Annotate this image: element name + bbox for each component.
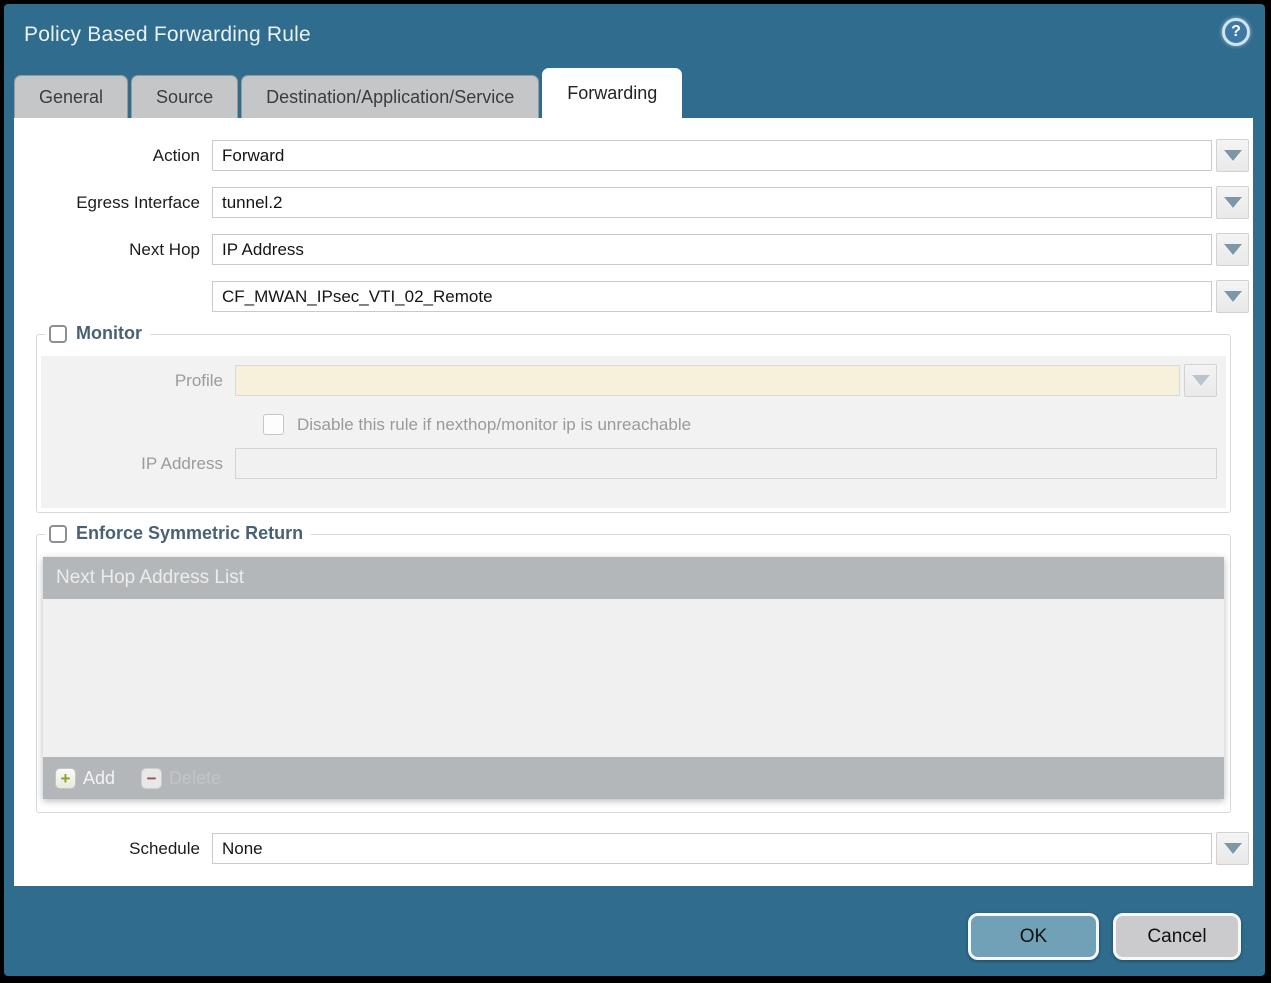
egress-interface-label: Egress Interface [14,193,212,213]
disable-rule-label: Disable this rule if nexthop/monitor ip … [297,415,691,435]
action-dropdown-button[interactable] [1216,139,1249,172]
monitor-fieldset: Monitor Profile Disable this rule if nex… [36,334,1231,513]
schedule-label: Schedule [14,839,212,859]
next-hop-dropdown-button[interactable] [1216,233,1249,266]
monitor-legend-label: Monitor [76,323,142,344]
monitor-ip-address-label: IP Address [41,454,235,474]
action-label: Action [14,146,212,166]
add-button[interactable]: + Add [55,768,115,789]
next-hop-address-list-header: Next Hop Address List [43,557,1224,599]
title-bar: Policy Based Forwarding Rule ? [4,4,1265,68]
chevron-down-icon [1224,244,1242,255]
forwarding-tab-panel: Action Forward Egress Interface tunnel.2… [14,118,1253,886]
monitor-panel: Profile Disable this rule if nexthop/mon… [41,356,1226,508]
next-hop-row: Next Hop IP Address [14,233,1249,266]
pbf-rule-dialog: Policy Based Forwarding Rule ? General S… [4,4,1265,976]
tab-forwarding[interactable]: Forwarding [542,68,682,118]
profile-dropdown-button [1184,364,1217,397]
schedule-row: Schedule None [14,832,1249,865]
disable-rule-row: Disable this rule if nexthop/monitor ip … [263,414,1226,435]
profile-row: Profile [41,364,1217,397]
next-hop-type-select[interactable]: IP Address [212,234,1212,265]
profile-label: Profile [41,371,235,391]
delete-button-label: Delete [169,768,221,789]
next-hop-address-list-table: Next Hop Address List + Add − Delete [43,557,1224,799]
schedule-dropdown-button[interactable] [1216,832,1249,865]
enforce-symmetric-return-fieldset: Enforce Symmetric Return Next Hop Addres… [36,534,1231,813]
chevron-down-icon [1192,375,1210,386]
chevron-down-icon [1224,291,1242,302]
delete-button: − Delete [141,768,221,789]
add-button-label: Add [83,768,115,789]
profile-select [235,365,1180,396]
dialog-title: Policy Based Forwarding Rule [24,23,311,47]
next-hop-address-row: CF_MWAN_IPsec_VTI_02_Remote [14,280,1249,313]
chevron-down-icon [1224,150,1242,161]
minus-icon: − [141,768,162,789]
monitor-legend: Monitor [45,323,150,344]
chevron-down-icon [1224,197,1242,208]
enforce-symmetric-return-legend: Enforce Symmetric Return [45,523,311,544]
action-row: Action Forward [14,139,1249,172]
next-hop-address-dropdown-button[interactable] [1216,280,1249,313]
tab-bar: General Source Destination/Application/S… [14,68,1255,118]
schedule-select[interactable]: None [212,833,1212,864]
tab-destination-application-service[interactable]: Destination/Application/Service [241,75,539,118]
disable-rule-checkbox [263,414,284,435]
ok-button[interactable]: OK [968,913,1099,960]
egress-interface-dropdown-button[interactable] [1216,186,1249,219]
next-hop-address-list-footer: + Add − Delete [43,757,1224,799]
plus-icon: + [55,768,76,789]
monitor-ip-address-row: IP Address [41,448,1217,479]
action-select[interactable]: Forward [212,140,1212,171]
chevron-down-icon [1224,843,1242,854]
cancel-button[interactable]: Cancel [1113,913,1241,960]
next-hop-address-select[interactable]: CF_MWAN_IPsec_VTI_02_Remote [212,281,1212,312]
tab-source[interactable]: Source [131,75,238,118]
help-icon[interactable]: ? [1222,18,1250,46]
egress-interface-select[interactable]: tunnel.2 [212,187,1212,218]
egress-interface-row: Egress Interface tunnel.2 [14,186,1249,219]
tab-general[interactable]: General [14,75,128,118]
next-hop-address-list-body [43,599,1224,757]
monitor-ip-address-input [235,448,1217,479]
monitor-checkbox[interactable] [49,325,67,343]
next-hop-label: Next Hop [14,240,212,260]
enforce-symmetric-return-legend-label: Enforce Symmetric Return [76,523,303,544]
enforce-symmetric-return-checkbox[interactable] [49,525,67,543]
